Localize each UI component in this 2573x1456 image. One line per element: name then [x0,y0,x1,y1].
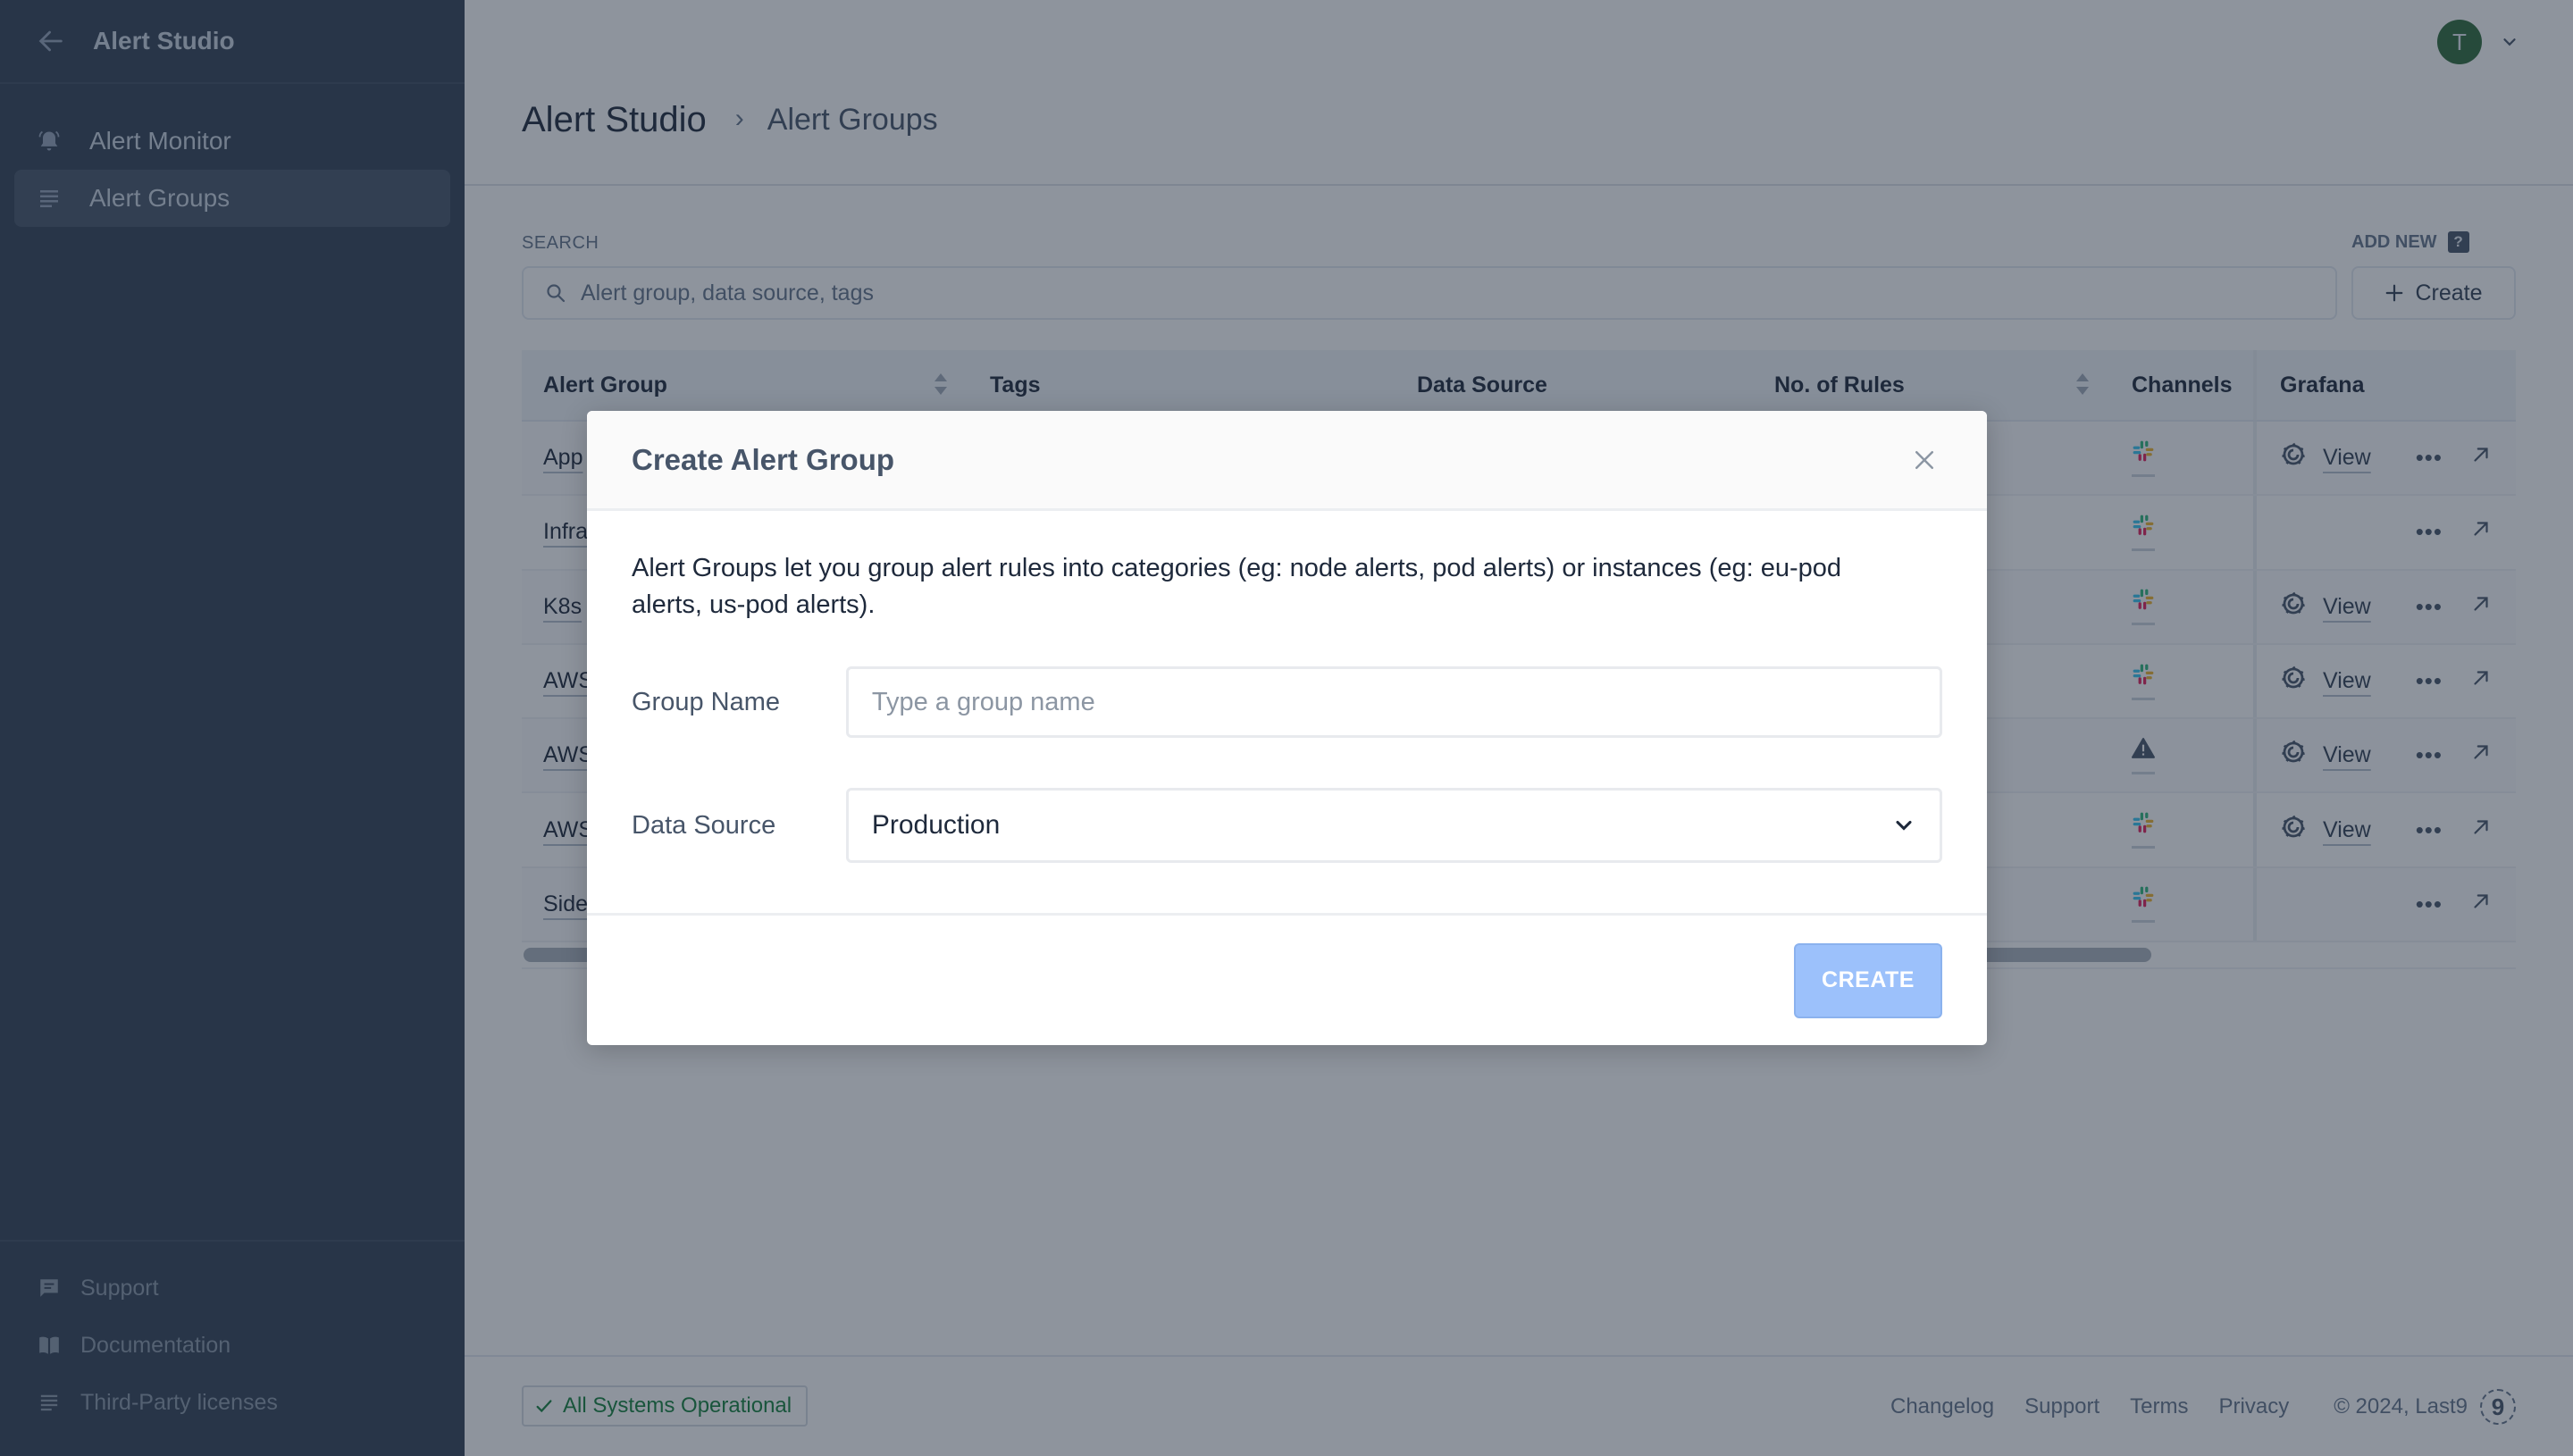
close-button[interactable] [1907,442,1942,478]
modal-create-button[interactable]: CREATE [1794,942,1942,1018]
modal-title: Create Alert Group [632,442,895,476]
close-icon [1915,450,1933,469]
data-source-field: Data Source Production [632,788,1942,863]
modal-header: Create Alert Group [587,411,1987,511]
create-alert-group-modal: Create Alert Group Alert Groups let you … [587,411,1987,1045]
chevron-down-icon [1896,820,1912,831]
modal-description: Alert Groups let you group alert rules i… [632,554,1842,619]
group-name-input-wrapper [845,666,1942,738]
group-name-field: Group Name [632,666,1942,738]
group-name-label: Group Name [632,687,781,716]
group-name-input[interactable] [871,687,1916,717]
modal-footer: CREATE [587,916,1987,1045]
data-source-label: Data Source [632,810,776,840]
data-source-value: Production [871,810,1001,840]
modal-body: Alert Groups let you group alert rules i… [587,511,1987,916]
data-source-select[interactable]: Production [845,788,1942,863]
